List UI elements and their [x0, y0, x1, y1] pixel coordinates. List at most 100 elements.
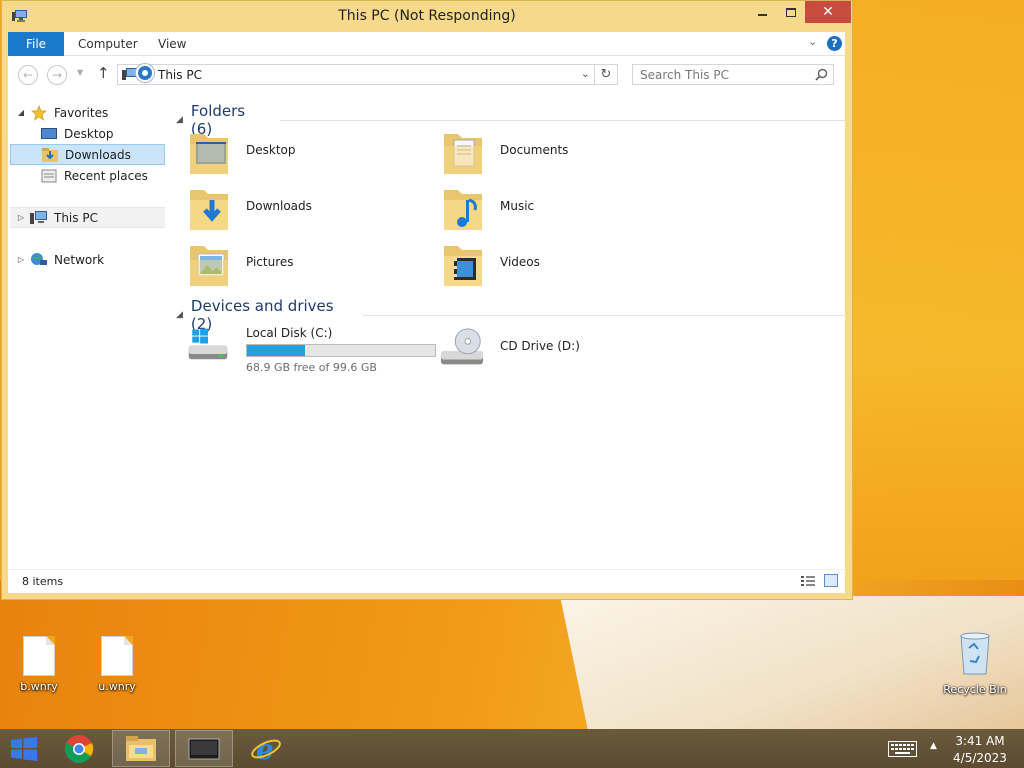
tab-file[interactable]: File — [8, 32, 64, 56]
details-view-icon[interactable] — [801, 575, 815, 587]
desktop-icon-label: b.wnry — [20, 680, 58, 693]
folder-label: Pictures — [246, 255, 294, 269]
downloads-icon — [42, 147, 58, 162]
ribbon-tabs: File Computer View ⌄ ? — [8, 32, 845, 56]
tree-label-network: Network — [54, 252, 105, 267]
address-text: This PC — [158, 68, 202, 82]
cd-drive-icon — [440, 328, 484, 365]
star-icon — [31, 104, 47, 121]
refresh-button[interactable]: ↻ — [595, 64, 618, 85]
divider — [363, 314, 845, 316]
address-bar[interactable]: This PC ⌄ — [117, 64, 595, 85]
large-icons-view-icon[interactable] — [824, 574, 838, 587]
show-hidden-icons-chevron-icon[interactable]: ▲ — [930, 741, 937, 751]
drive-name: CD Drive (D:) — [500, 339, 580, 353]
clock-time[interactable]: 3:41 AM — [952, 734, 1008, 748]
taskbar-internet-explorer[interactable]: e — [237, 730, 295, 767]
folder-documents[interactable]: Documents — [434, 128, 674, 180]
tab-computer[interactable]: Computer — [78, 37, 138, 51]
expand-arrow-icon[interactable]: ▷ — [16, 255, 26, 264]
drive-local-disk-c[interactable]: Local Disk (C:) 68.9 GB free of 99.6 GB — [180, 324, 436, 376]
file-icon — [23, 636, 55, 676]
folder-desktop[interactable]: Desktop — [180, 128, 420, 180]
tree-label-recent-places: Recent places — [64, 168, 148, 183]
drive-usage-bar — [246, 344, 436, 357]
desktop-icon — [41, 127, 57, 139]
recent-locations-dropdown-icon[interactable]: ▼ — [77, 68, 83, 77]
status-bar: 8 items — [8, 569, 845, 593]
busy-cursor-icon — [136, 64, 154, 82]
folder-label: Documents — [500, 143, 569, 157]
tree-label-downloads: Downloads — [65, 147, 131, 162]
taskbar-file-explorer[interactable] — [112, 730, 170, 767]
back-button[interactable]: ← — [18, 65, 38, 85]
collapse-arrow-icon[interactable]: ◢ — [16, 108, 26, 117]
folder-pictures[interactable]: Pictures — [180, 240, 420, 292]
tree-item-desktop[interactable]: Desktop — [10, 123, 165, 144]
desktop-icon-label: u.wnry — [98, 680, 136, 693]
recycle-bin-icon — [960, 632, 990, 675]
tree-label-desktop: Desktop — [64, 126, 114, 141]
downloads-folder-icon — [190, 190, 228, 230]
content-pane: ◢ Folders (6) Desktop Documents Download… — [166, 92, 845, 569]
close-button[interactable]: ✕ — [805, 1, 851, 23]
maximize-button[interactable] — [777, 1, 805, 23]
title-bar[interactable]: This PC (Not Responding) ✕ — [2, 1, 852, 31]
folder-label: Desktop — [246, 143, 296, 157]
address-dropdown-icon[interactable]: ⌄ — [581, 67, 590, 80]
tree-item-favorites[interactable]: ◢ Favorites — [10, 102, 165, 123]
pictures-folder-icon — [190, 246, 228, 286]
folder-label: Videos — [500, 255, 540, 269]
help-icon[interactable]: ? — [827, 36, 842, 51]
folder-label: Music — [500, 199, 535, 213]
music-folder-icon — [444, 190, 482, 230]
taskbar: e ▲ 3:41 AM 4/5/2023 — [0, 729, 1024, 768]
search-placeholder: Search This PC — [640, 68, 729, 82]
search-icon[interactable] — [815, 68, 828, 81]
touch-keyboard-icon[interactable] — [888, 741, 917, 757]
chrome-icon — [64, 734, 94, 763]
clock-date[interactable]: 4/5/2023 — [952, 751, 1008, 765]
explorer-window[interactable]: This PC (Not Responding) ✕ File Computer… — [1, 0, 853, 600]
network-icon — [31, 252, 47, 265]
desktop-icon-label: Recycle Bin — [943, 683, 1007, 696]
close-icon: ✕ — [822, 4, 834, 20]
up-button[interactable]: ↑ — [97, 64, 110, 82]
taskbar-chrome[interactable] — [50, 730, 108, 767]
navigation-pane: ◢ Favorites Desktop Downloads Recent pla… — [8, 92, 166, 569]
folder-videos[interactable]: Videos — [434, 240, 674, 292]
tab-view[interactable]: View — [158, 37, 186, 51]
divider — [280, 119, 845, 121]
minimize-icon — [757, 14, 767, 16]
window-title: This PC (Not Responding) — [338, 8, 516, 24]
maximize-icon — [786, 7, 796, 17]
search-input[interactable]: Search This PC — [632, 64, 834, 85]
taskbar-app-window[interactable] — [175, 730, 233, 767]
desktop-recycle-bin[interactable]: Recycle Bin — [942, 630, 1008, 696]
monitor-icon — [188, 738, 220, 759]
local-disk-icon — [188, 328, 228, 360]
recent-places-icon — [41, 169, 57, 182]
start-button[interactable] — [0, 729, 48, 768]
desktop-file-u-wnry[interactable]: u.wnry — [85, 636, 149, 693]
tree-item-recent-places[interactable]: Recent places — [10, 165, 165, 186]
file-explorer-icon — [126, 735, 156, 761]
folder-downloads[interactable]: Downloads — [180, 184, 420, 236]
collapse-caret-icon[interactable]: ◢ — [176, 310, 183, 320]
expand-ribbon-chevron-icon[interactable]: ⌄ — [808, 35, 817, 48]
folder-label: Downloads — [246, 199, 312, 213]
drive-name: Local Disk (C:) — [246, 326, 333, 340]
minimize-button[interactable] — [747, 1, 777, 23]
drive-cd-d[interactable]: CD Drive (D:) — [434, 324, 674, 376]
tree-label-favorites: Favorites — [54, 105, 109, 120]
collapse-caret-icon[interactable]: ◢ — [176, 115, 183, 125]
forward-button[interactable]: → — [47, 65, 67, 85]
desktop-file-b-wnry[interactable]: b.wnry — [7, 636, 71, 693]
drive-free-space: 68.9 GB free of 99.6 GB — [246, 361, 377, 374]
tree-item-this-pc[interactable]: ▷ This PC — [10, 207, 165, 228]
tree-label-this-pc: This PC — [54, 210, 98, 225]
tree-item-network[interactable]: ▷ Network — [10, 249, 165, 270]
expand-arrow-icon[interactable]: ▷ — [16, 213, 26, 222]
folder-music[interactable]: Music — [434, 184, 674, 236]
tree-item-downloads[interactable]: Downloads — [10, 144, 165, 165]
